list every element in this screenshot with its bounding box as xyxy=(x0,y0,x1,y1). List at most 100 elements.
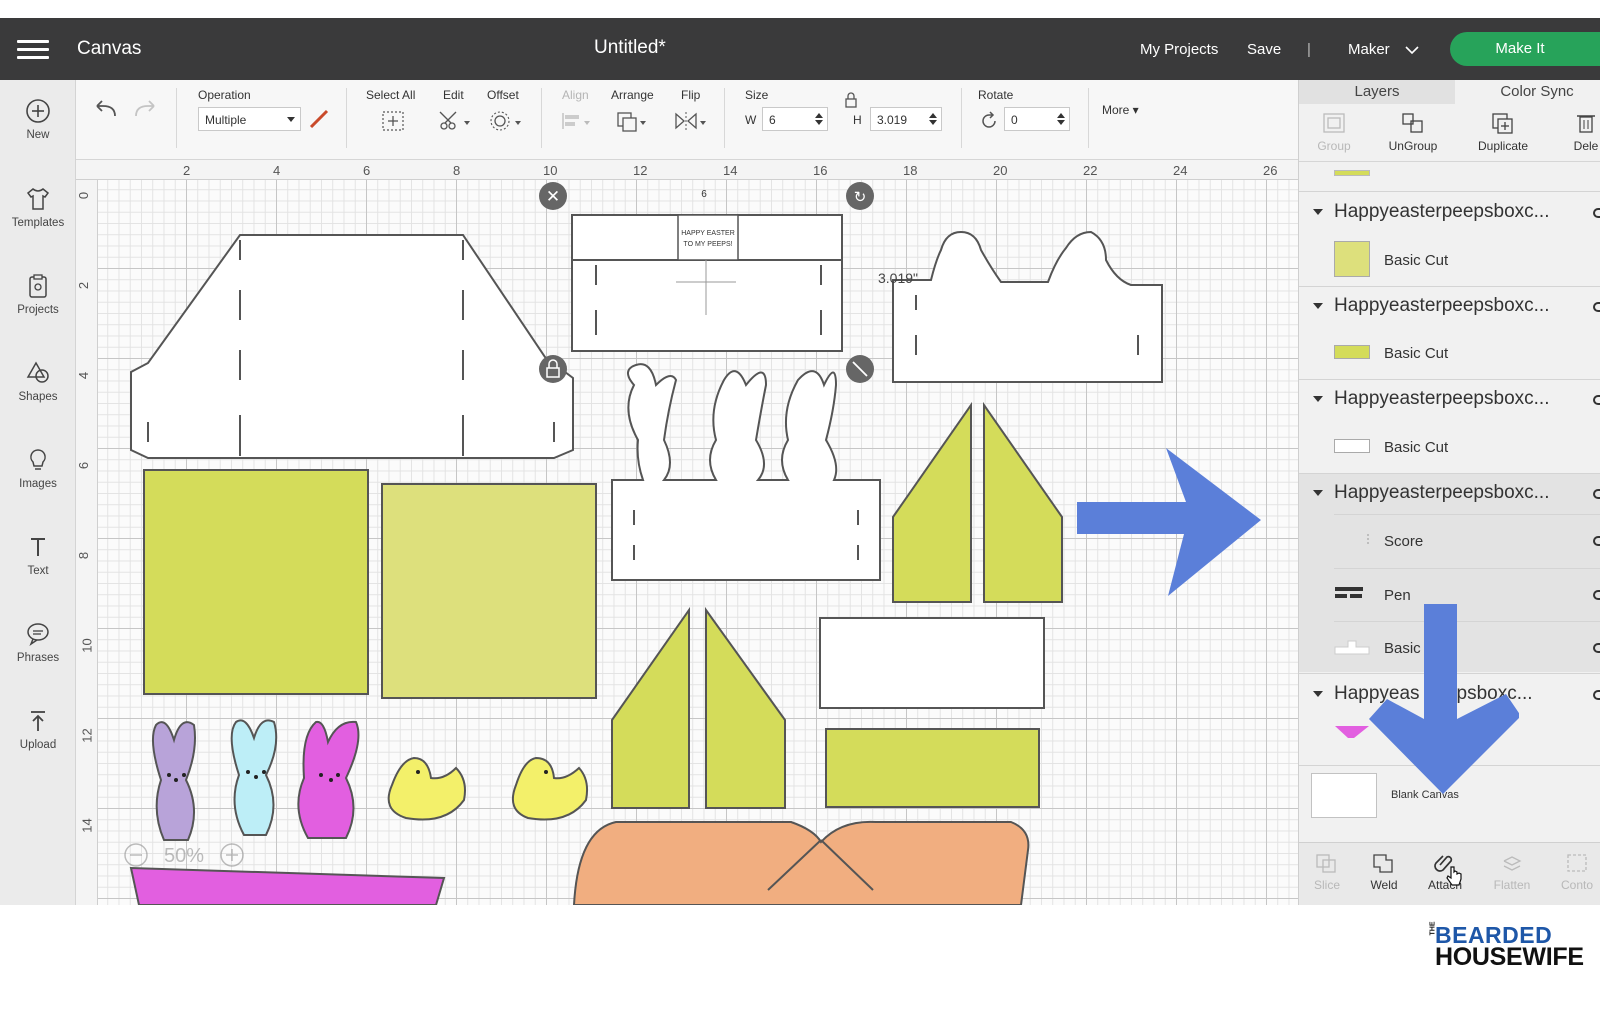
edit-scissors-icon[interactable] xyxy=(438,110,472,132)
layer-item[interactable]: Basic Cut xyxy=(1299,328,1600,378)
collapse-caret-icon[interactable] xyxy=(1313,691,1323,697)
blue-bunny-peep[interactable] xyxy=(230,719,278,836)
machine-select[interactable]: Maker xyxy=(1348,41,1390,58)
stepper-icon[interactable] xyxy=(929,112,937,126)
yellow-chick-peep[interactable] xyxy=(512,756,589,821)
more-button[interactable]: More ▾ xyxy=(1102,103,1139,117)
layer-group[interactable]: Happyeasterpeepsboxc... xyxy=(1299,382,1600,418)
svg-text:↻: ↻ xyxy=(854,188,867,206)
layer-item-score[interactable]: Score xyxy=(1299,516,1600,566)
magenta-base-shape[interactable] xyxy=(129,866,446,905)
redo-icon[interactable] xyxy=(132,100,158,120)
arrange-icon[interactable] xyxy=(616,110,650,132)
bunny-panel-shape[interactable] xyxy=(611,363,881,581)
collapse-caret-icon[interactable] xyxy=(1313,303,1323,309)
white-rect-shape[interactable] xyxy=(819,617,1045,709)
header-separator: | xyxy=(1307,41,1311,58)
layer-name: Score xyxy=(1384,533,1424,550)
bottom-actions-bar: Slice Weld Attach Flatten Conto xyxy=(1299,842,1600,905)
sidebar-item-templates[interactable]: Templates xyxy=(0,186,76,229)
magenta-bunny-peep[interactable] xyxy=(297,720,360,839)
logo-line-2: HOUSEWIFE xyxy=(1435,943,1584,971)
visibility-eye-icon[interactable] xyxy=(1593,489,1600,499)
layer-group-name: Happyeasterpeepsboxc... xyxy=(1334,201,1550,222)
weld-button[interactable]: Weld xyxy=(1354,853,1414,892)
rotate-icon[interactable] xyxy=(979,111,999,131)
ungroup-button[interactable]: UnGroup xyxy=(1378,112,1448,153)
plus-circle-icon xyxy=(26,99,50,123)
make-it-button[interactable]: Make It xyxy=(1450,32,1600,66)
gable-lower-left-shape[interactable] xyxy=(611,606,690,809)
design-canvas[interactable]: 2 4 6 8 10 12 14 16 18 20 22 24 26 0 2 4 6 8 10 12 14 HAPPY… xyxy=(76,160,1298,905)
tab-color-sync[interactable]: Color Sync xyxy=(1457,80,1600,104)
visibility-eye-icon[interactable] xyxy=(1593,590,1600,600)
tab-layers[interactable]: Layers xyxy=(1299,80,1455,104)
width-input[interactable]: 6 xyxy=(762,107,828,131)
visibility-eye-icon[interactable] xyxy=(1593,395,1600,405)
layer-group[interactable]: Happyeasterpeepsboxc... xyxy=(1299,195,1600,231)
gable-left-shape[interactable] xyxy=(892,401,972,603)
green-rect-shape[interactable] xyxy=(825,728,1040,808)
linetype-color-icon[interactable] xyxy=(308,108,330,130)
gable-lower-right-shape[interactable] xyxy=(705,606,786,809)
menu-icon[interactable] xyxy=(17,40,49,60)
select-all-icon[interactable] xyxy=(381,110,405,132)
light-green-square-shape[interactable] xyxy=(381,483,597,699)
zoom-level: 50% xyxy=(164,845,204,867)
upload-icon xyxy=(31,711,45,731)
operation-select[interactable]: Multiple xyxy=(198,107,301,131)
sidebar-item-projects[interactable]: Projects xyxy=(0,273,76,316)
visibility-eye-icon[interactable] xyxy=(1593,208,1600,218)
sidebar-item-upload[interactable]: Upload xyxy=(0,708,76,751)
layer-group-selected[interactable]: Happyeasterpeepsboxc... xyxy=(1299,476,1600,512)
sidebar-item-new[interactable]: New xyxy=(0,98,76,141)
sidebar-item-phrases[interactable]: Phrases xyxy=(0,621,76,664)
visibility-eye-icon[interactable] xyxy=(1593,690,1600,700)
collapse-caret-icon[interactable] xyxy=(1313,490,1323,496)
gable-right-shape[interactable] xyxy=(983,401,1063,603)
orange-base-shape[interactable] xyxy=(572,820,1030,905)
lock-icon[interactable] xyxy=(844,92,858,108)
rotate-input[interactable]: 0 xyxy=(1004,107,1070,131)
visibility-eye-icon[interactable] xyxy=(1593,536,1600,546)
dimension-label: 3.019" xyxy=(878,270,918,286)
visibility-eye-icon[interactable] xyxy=(1593,643,1600,653)
stepper-icon[interactable] xyxy=(1057,112,1065,126)
align-icon[interactable] xyxy=(560,110,594,132)
save-button[interactable]: Save xyxy=(1247,41,1281,58)
layer-group[interactable]: Happyeasterpeepsboxc... xyxy=(1299,289,1600,325)
flip-label: Flip xyxy=(681,88,701,102)
sidebar-item-text[interactable]: Text xyxy=(0,534,76,577)
offset-icon[interactable] xyxy=(489,110,523,132)
stepper-icon[interactable] xyxy=(815,112,823,126)
sidebar-item-label: Templates xyxy=(11,217,65,229)
lavender-bunny-peep[interactable] xyxy=(151,721,196,841)
ungroup-icon xyxy=(1402,113,1423,133)
flatten-button[interactable]: Flatten xyxy=(1482,853,1542,892)
green-square-shape[interactable] xyxy=(143,469,369,695)
sidebar-item-images[interactable]: Images xyxy=(0,447,76,490)
sidebar-item-shapes[interactable]: Shapes xyxy=(0,360,76,403)
lock-handle-icon[interactable] xyxy=(539,355,567,383)
flip-icon[interactable] xyxy=(674,110,710,132)
peep-box-panel-shape[interactable] xyxy=(892,230,1163,383)
layer-item[interactable]: Basic Cut xyxy=(1299,235,1600,285)
collapse-caret-icon[interactable] xyxy=(1313,209,1323,215)
visibility-eye-icon[interactable] xyxy=(1593,302,1600,312)
delete-button[interactable]: Dele xyxy=(1551,112,1600,153)
top-bar: Canvas Untitled* My Projects Save | Make… xyxy=(0,18,1600,80)
my-projects-link[interactable]: My Projects xyxy=(1140,41,1218,58)
slice-button[interactable]: Slice xyxy=(1297,853,1357,892)
shapes-icon xyxy=(26,361,49,383)
yellow-chick-peep[interactable] xyxy=(387,756,466,821)
layers-panel: Layers Color Sync Group UnGroup Duplicat… xyxy=(1298,80,1600,905)
box-panel-shape[interactable] xyxy=(130,234,574,459)
layer-item[interactable]: Basic Cut xyxy=(1299,422,1600,472)
height-input[interactable]: 3.019 xyxy=(870,107,942,131)
collapse-caret-icon[interactable] xyxy=(1313,396,1323,402)
undo-icon[interactable] xyxy=(93,100,119,120)
group-button[interactable]: Group xyxy=(1299,112,1369,153)
duplicate-button[interactable]: Duplicate xyxy=(1468,112,1538,153)
chevron-down-icon[interactable] xyxy=(1405,46,1419,55)
contour-button[interactable]: Conto xyxy=(1547,853,1600,892)
